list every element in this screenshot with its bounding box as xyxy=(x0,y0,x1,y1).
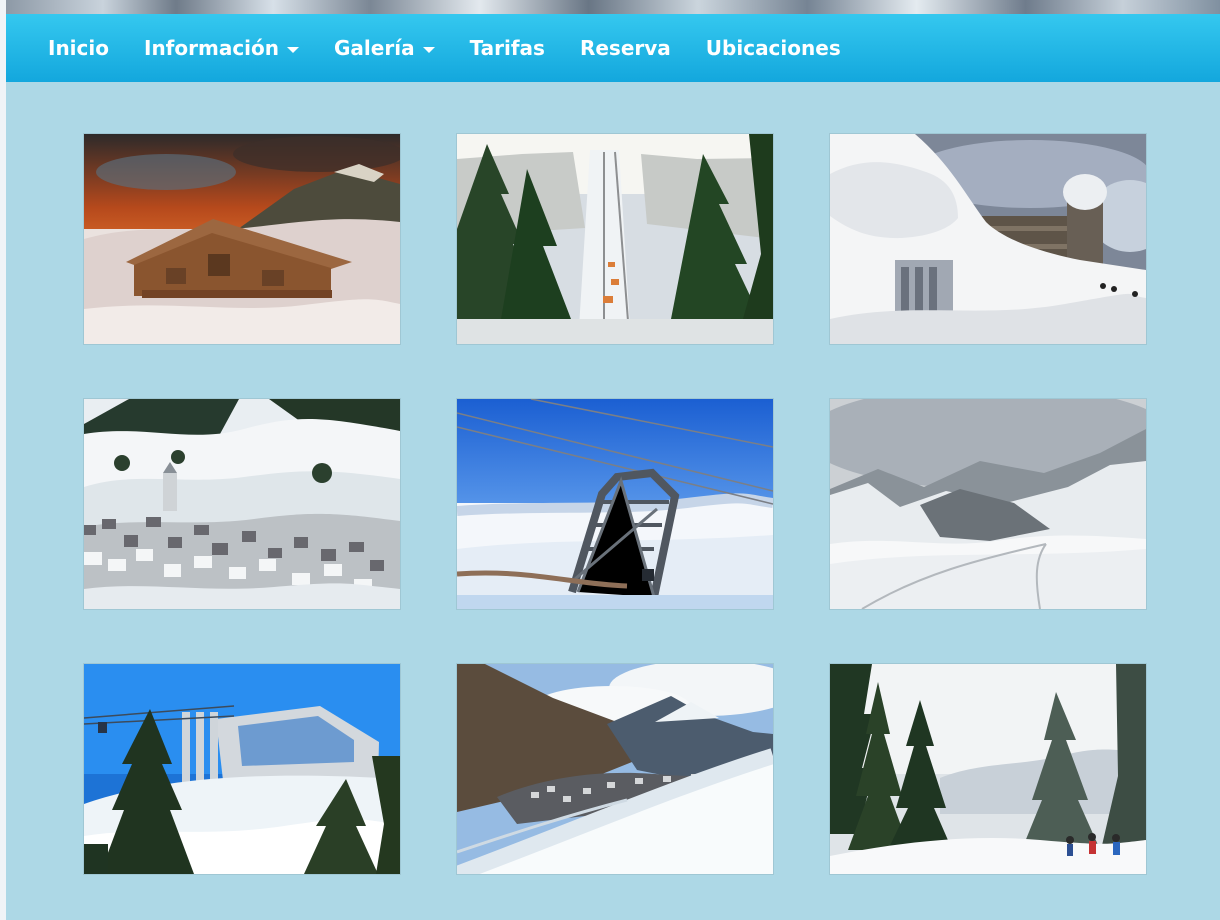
nav-label-informacion: Información xyxy=(144,36,280,60)
nav-label-reserva: Reserva xyxy=(579,36,671,60)
gallery-photo-village[interactable] xyxy=(84,399,400,609)
gallery-photo-cabin[interactable] xyxy=(84,134,400,344)
main-navbar: Inicio Información Galería Tarifas Reser… xyxy=(6,14,1220,82)
nav-item-ubicaciones[interactable]: Ubicaciones xyxy=(706,36,841,60)
cabin-sunset-image xyxy=(84,134,400,344)
nav-item-tarifas[interactable]: Tarifas xyxy=(470,36,545,60)
nav-label-ubicaciones: Ubicaciones xyxy=(705,36,841,60)
gallery-photo-chairlift[interactable] xyxy=(457,134,773,344)
nav-item-reserva[interactable]: Reserva xyxy=(580,36,671,60)
header-image-strip xyxy=(6,0,1220,14)
gallery-photo-gondola-station[interactable] xyxy=(84,664,400,874)
nav-label-tarifas: Tarifas xyxy=(469,36,545,60)
gallery-photo-cable-tower[interactable] xyxy=(457,399,773,609)
photo-gallery xyxy=(84,134,1146,875)
chevron-down-icon xyxy=(287,47,300,53)
gallery-photo-observatory[interactable] xyxy=(830,134,1146,344)
ski-town-valley-image xyxy=(457,664,773,874)
gallery-photo-forest-skiers[interactable] xyxy=(830,664,1146,874)
cable-tower-image xyxy=(457,399,773,609)
chevron-down-icon xyxy=(422,47,435,53)
gallery-photo-glacier[interactable] xyxy=(830,399,1146,609)
chairlift-forest-image xyxy=(457,134,773,344)
nav-item-inicio[interactable]: Inicio xyxy=(48,36,109,60)
snowy-observatory-image xyxy=(830,134,1146,344)
nav-label-inicio: Inicio xyxy=(48,36,109,60)
mountain-village-image xyxy=(84,399,400,609)
glacier-valley-image xyxy=(830,399,1146,609)
forest-skiers-image xyxy=(830,664,1146,874)
nav-item-informacion[interactable]: Información xyxy=(144,36,300,60)
page-container: Inicio Información Galería Tarifas Reser… xyxy=(6,0,1220,920)
gallery-photo-ski-town[interactable] xyxy=(457,664,773,874)
gondola-station-image xyxy=(84,664,400,874)
nav-item-galeria[interactable]: Galería xyxy=(334,36,435,60)
nav-label-galeria: Galería xyxy=(334,36,415,60)
